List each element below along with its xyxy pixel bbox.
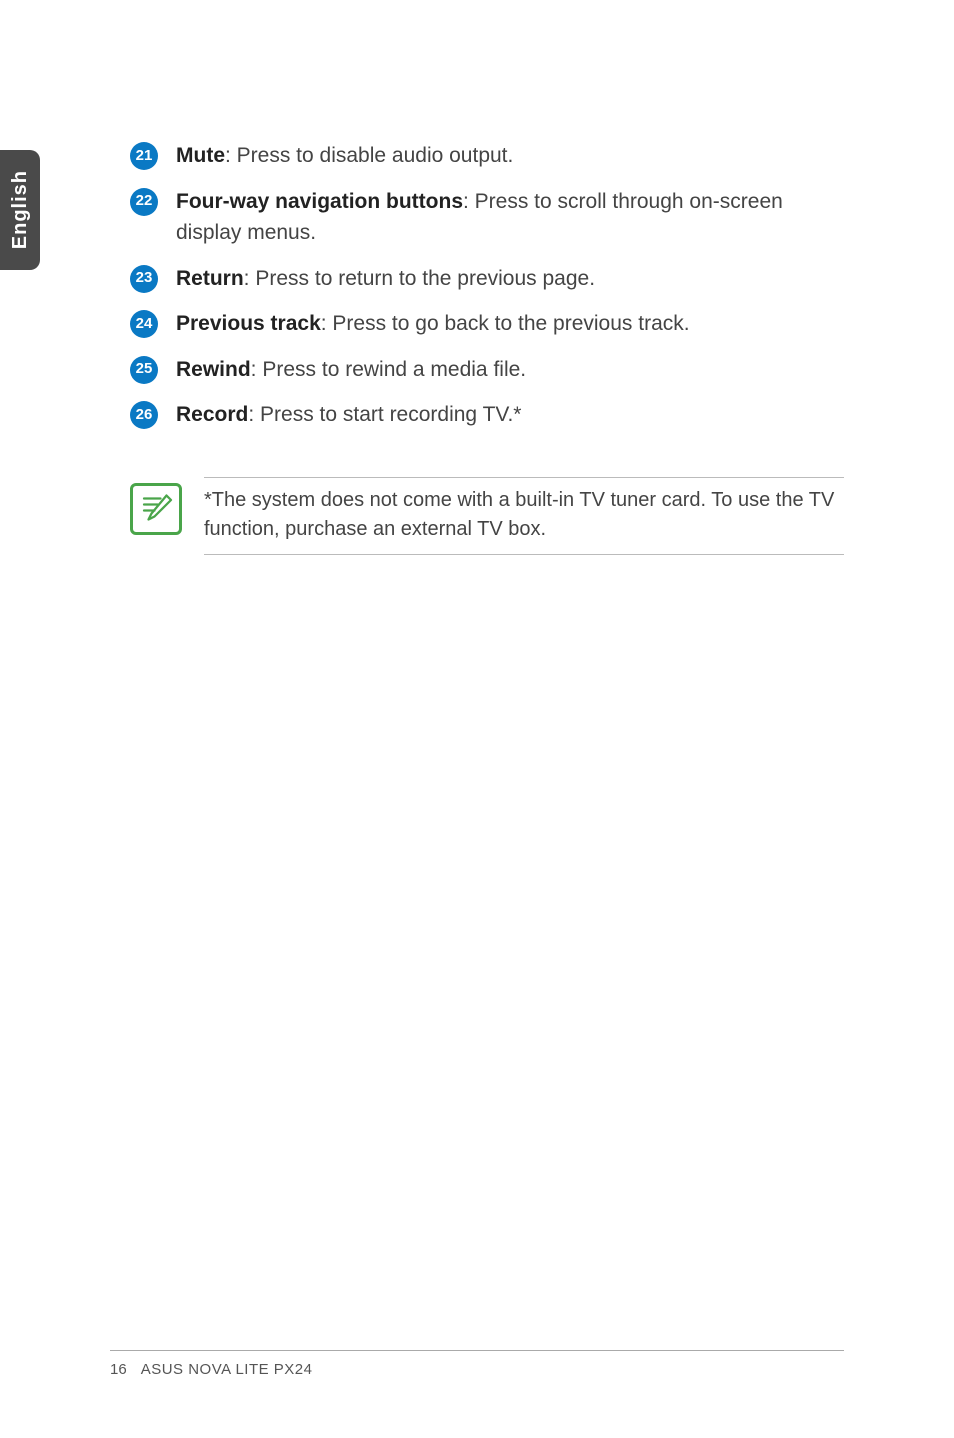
item-text: Mute: Press to disable audio output. [176, 140, 844, 172]
item-label: Previous track [176, 312, 321, 335]
document-page: English 21 Mute: Press to disable audio … [0, 0, 954, 1438]
item-text: Return: Press to return to the previous … [176, 263, 844, 295]
item-label: Four-way navigation buttons [176, 190, 463, 213]
item-desc: : Press to go back to the previous track… [321, 312, 690, 335]
item-desc: : Press to return to the previous page. [244, 267, 595, 290]
list-item: 26 Record: Press to start recording TV.* [130, 399, 844, 431]
item-label: Record [176, 403, 248, 426]
item-label: Rewind [176, 358, 251, 381]
item-text: Record: Press to start recording TV.* [176, 399, 844, 431]
bullet-number: 25 [130, 356, 158, 384]
page-footer: 16 ASUS NOVA LITE PX24 [110, 1350, 844, 1378]
item-label: Return [176, 267, 244, 290]
language-tab-label: English [9, 170, 32, 249]
list-item: 22 Four-way navigation buttons: Press to… [130, 186, 844, 249]
note-icon [130, 483, 182, 535]
bullet-number: 21 [130, 142, 158, 170]
bullet-number: 26 [130, 401, 158, 429]
list-item: 21 Mute: Press to disable audio output. [130, 140, 844, 172]
list-item: 23 Return: Press to return to the previo… [130, 263, 844, 295]
bullet-number: 22 [130, 188, 158, 216]
product-model: ASUS NOVA LITE PX24 [141, 1361, 313, 1378]
item-text: Previous track: Press to go back to the … [176, 308, 844, 340]
note-row: *The system does not come with a built-i… [130, 477, 844, 555]
item-label: Mute [176, 144, 225, 167]
notepad-pencil-icon [138, 491, 174, 527]
item-text: Four-way navigation buttons: Press to sc… [176, 186, 844, 249]
item-desc: : Press to disable audio output. [225, 144, 513, 167]
list-item: 24 Previous track: Press to go back to t… [130, 308, 844, 340]
remote-items-list: 21 Mute: Press to disable audio output. … [130, 140, 844, 431]
item-desc: : Press to start recording TV.* [248, 403, 521, 426]
item-desc: : Press to rewind a media file. [251, 358, 526, 381]
list-item: 25 Rewind: Press to rewind a media file. [130, 354, 844, 386]
language-tab: English [0, 150, 40, 270]
note-text: *The system does not come with a built-i… [204, 477, 844, 555]
bullet-number: 24 [130, 310, 158, 338]
bullet-number: 23 [130, 265, 158, 293]
page-number: 16 [110, 1361, 127, 1378]
item-text: Rewind: Press to rewind a media file. [176, 354, 844, 386]
